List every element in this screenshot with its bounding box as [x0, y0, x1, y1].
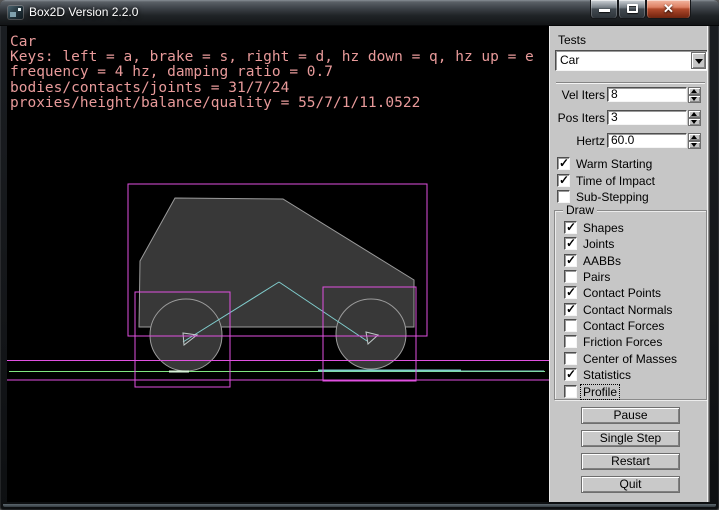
arrow-down-icon	[691, 97, 697, 101]
debug-text-line: bodies/contacts/joints = 31/7/24	[10, 81, 534, 96]
pause-button[interactable]: Pause	[581, 407, 680, 424]
contact-forces-label: Contact Forces	[583, 319, 664, 333]
arrow-down-icon	[691, 143, 697, 147]
hertz-down-button[interactable]	[688, 141, 701, 149]
window-bottom-frame	[3, 504, 716, 507]
pairs-label: Pairs	[583, 270, 610, 284]
hertz-label: Hertz	[550, 134, 605, 148]
app-icon	[8, 6, 23, 19]
minimize-button[interactable]	[590, 0, 618, 19]
separator	[556, 82, 705, 84]
arrow-up-icon	[691, 112, 697, 116]
checkbox-shapes[interactable]: ✓	[564, 221, 577, 234]
spinner-row-pos-iters: Pos Iters3	[550, 110, 711, 126]
check-mark-icon: ✓	[566, 236, 576, 250]
vel-iters-spinner	[688, 87, 701, 103]
spinner-row-vel-iters: Vel Iters8	[550, 87, 711, 103]
joints-label: Joints	[583, 237, 614, 251]
tests-dropdown-value: Car	[560, 53, 579, 67]
checkbox-contact-normals[interactable]: ✓	[564, 303, 577, 316]
vel-iters-input[interactable]: 8	[607, 87, 687, 102]
checkbox-aabbs[interactable]: ✓	[564, 254, 577, 267]
checkbox-time-of-impact[interactable]: ✓	[557, 174, 570, 187]
checkbox-sub-stepping[interactable]	[557, 190, 570, 203]
tests-dropdown-button[interactable]	[691, 52, 706, 69]
hertz-up-button[interactable]	[688, 133, 701, 141]
spinner-row-hertz: Hertz60.0	[550, 133, 711, 149]
debug-text-line: proxies/height/balance/quality = 55/7/1/…	[10, 96, 534, 111]
time-of-impact-label: Time of Impact	[576, 174, 655, 188]
maximize-icon	[627, 4, 638, 13]
tests-label: Tests	[558, 33, 586, 47]
checkbox-joints[interactable]: ✓	[564, 237, 577, 250]
warm-starting-label: Warm Starting	[576, 157, 652, 171]
check-mark-icon: ✓	[566, 285, 576, 299]
debug-text: CarKeys: left = a, brake = s, right = d,…	[10, 35, 534, 111]
checkbox-contact-forces[interactable]	[564, 319, 577, 332]
titlebar[interactable]: Box2D Version 2.2.0 ✕	[0, 0, 719, 26]
tests-dropdown[interactable]: Car	[555, 50, 708, 71]
contact-normals-label: Contact Normals	[583, 303, 672, 317]
checkbox-contact-points[interactable]: ✓	[564, 286, 577, 299]
debug-text-line: frequency = 4 hz, damping ratio = 0.7	[10, 65, 534, 80]
friction-forces-label: Friction Forces	[583, 335, 662, 349]
app-icon-dot	[18, 8, 21, 11]
pos-iters-down-button[interactable]	[688, 118, 701, 126]
arrow-up-icon	[691, 135, 697, 139]
checkbox-profile[interactable]	[564, 385, 577, 398]
profile-label: Profile	[581, 385, 619, 399]
client-area: CarKeys: left = a, brake = s, right = d,…	[7, 26, 710, 502]
debug-text-line: Car	[10, 35, 534, 50]
minimize-icon	[599, 9, 610, 12]
pos-iters-spinner	[688, 110, 701, 126]
panel-right-edge	[707, 26, 710, 502]
arrow-up-icon	[691, 89, 697, 93]
pos-iters-input[interactable]: 3	[607, 110, 687, 125]
checkbox-statistics[interactable]: ✓	[564, 368, 577, 381]
vel-iters-up-button[interactable]	[688, 87, 701, 95]
shapes-label: Shapes	[583, 221, 624, 235]
checkbox-warm-starting[interactable]: ✓	[557, 157, 570, 170]
control-panel: Tests Car Vel Iters8Pos Iters3Hertz60.0 …	[549, 26, 710, 502]
check-mark-icon: ✓	[566, 302, 576, 316]
car-wheel-2	[336, 299, 406, 369]
vel-iters-label: Vel Iters	[550, 88, 605, 102]
check-mark-icon: ✓	[566, 367, 576, 381]
chevron-down-icon	[695, 59, 703, 64]
check-mark-icon: ✓	[559, 173, 569, 187]
window: Box2D Version 2.2.0 ✕ CarKeys: left = a,…	[0, 0, 719, 510]
checkbox-friction-forces[interactable]	[564, 335, 577, 348]
hertz-spinner	[688, 133, 701, 149]
check-mark-icon: ✓	[566, 220, 576, 234]
window-title: Box2D Version 2.2.0	[29, 5, 138, 19]
vel-iters-down-button[interactable]	[688, 95, 701, 103]
maximize-button[interactable]	[618, 0, 646, 19]
check-mark-icon: ✓	[559, 156, 569, 170]
arrow-down-icon	[691, 120, 697, 124]
checkbox-center-of-masses[interactable]	[564, 352, 577, 365]
simulation-canvas[interactable]: CarKeys: left = a, brake = s, right = d,…	[7, 26, 549, 502]
close-icon: ✕	[647, 1, 690, 17]
debug-text-line: Keys: left = a, brake = s, right = d, hz…	[10, 50, 534, 65]
pos-iters-up-button[interactable]	[688, 110, 701, 118]
sub-stepping-label: Sub-Stepping	[576, 190, 649, 204]
hertz-input[interactable]: 60.0	[607, 133, 687, 148]
single-step-button[interactable]: Single Step	[581, 430, 680, 447]
center-of-masses-label: Center of Masses	[583, 352, 677, 366]
statistics-label: Statistics	[583, 368, 631, 382]
app-icon-pane	[10, 12, 16, 17]
contact-points-label: Contact Points	[583, 286, 661, 300]
check-mark-icon: ✓	[566, 253, 576, 267]
checkbox-pairs[interactable]	[564, 270, 577, 283]
quit-button[interactable]: Quit	[581, 476, 680, 493]
pos-iters-label: Pos Iters	[550, 111, 605, 125]
close-button[interactable]: ✕	[646, 0, 691, 19]
aabbs-label: AABBs	[583, 254, 621, 268]
draw-group: Draw ✓Shapes✓Joints✓AABBsPairs✓Contact P…	[554, 210, 707, 400]
restart-button[interactable]: Restart	[581, 453, 680, 470]
draw-group-title: Draw	[563, 203, 597, 217]
